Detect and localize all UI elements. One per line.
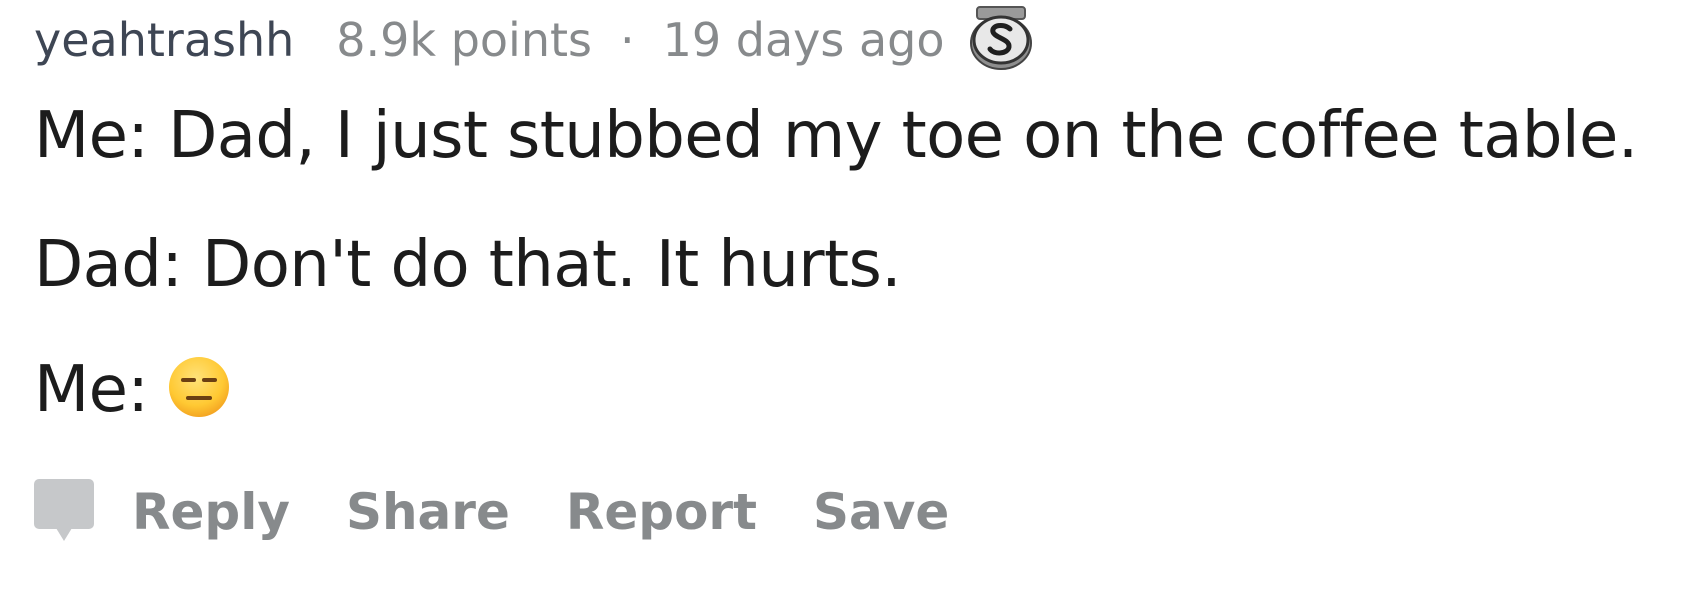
reply-label: Reply (132, 483, 290, 541)
comment-body-line-3-text: Me: (34, 353, 149, 427)
comment-meta: yeahtrashh 8.9k points · 19 days ago (34, 6, 1035, 72)
share-button[interactable]: Share (346, 477, 510, 547)
points-count: 8.9k points (336, 13, 592, 67)
comment-body-line-1: Me: Dad, I just stubbed my toe on the co… (34, 99, 1638, 173)
expressionless-face-icon (169, 357, 230, 417)
report-button[interactable]: Report (566, 477, 757, 547)
silver-award-icon[interactable] (967, 3, 1035, 73)
meta-separator: · (619, 13, 635, 67)
comment-body-line-3: Me: (34, 350, 230, 430)
save-button[interactable]: Save (813, 477, 949, 547)
reply-button[interactable]: Reply (34, 477, 290, 547)
comment-body-line-2: Dad: Don't do that. It hurts. (34, 228, 902, 302)
comment-age[interactable]: 19 days ago (663, 8, 945, 72)
comment-bubble-icon (34, 479, 94, 541)
username-link[interactable]: yeahtrashh (34, 8, 294, 72)
comment: yeahtrashh 8.9k points · 19 days ago Me:… (34, 0, 1694, 610)
comment-actions: Reply Share Report Save (34, 470, 949, 554)
